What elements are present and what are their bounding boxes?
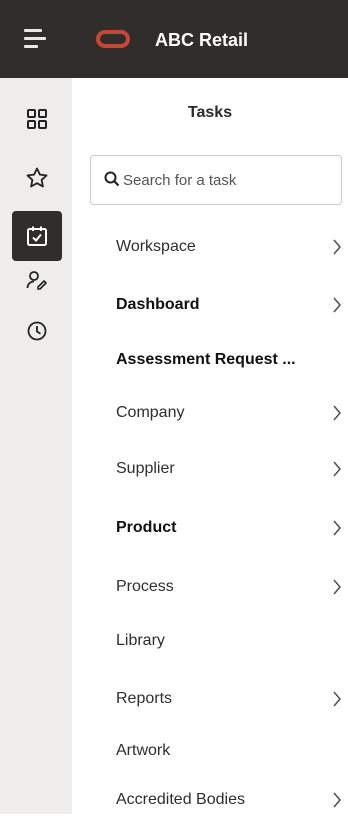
task-label: Artwork xyxy=(116,742,171,759)
top-bar: ABC Retail xyxy=(0,0,348,78)
task-reports[interactable]: Reports xyxy=(116,682,348,718)
rail-item-favorites[interactable] xyxy=(12,153,62,203)
task-product[interactable]: Product xyxy=(116,511,348,547)
chevron-right-icon xyxy=(333,792,342,808)
task-label: Reports xyxy=(116,690,173,707)
users-icon xyxy=(26,271,47,290)
task-dashboard[interactable]: Dashboard xyxy=(116,288,348,324)
star-icon xyxy=(26,167,48,188)
rail-item-recent[interactable] xyxy=(12,306,62,356)
chevron-right-icon xyxy=(333,579,342,595)
search-icon xyxy=(104,171,120,187)
oracle-logo xyxy=(96,30,130,48)
rail-item-users[interactable] xyxy=(12,255,62,305)
app-title: ABC Retail xyxy=(155,30,249,50)
rail-item-tasks[interactable] xyxy=(12,211,62,261)
panel-title: Tasks xyxy=(187,104,233,121)
clock-icon xyxy=(27,321,47,341)
task-label: Assessment Request ... xyxy=(116,351,296,368)
chevron-right-icon xyxy=(333,405,342,421)
grid-icon xyxy=(27,109,47,129)
task-label: Product xyxy=(116,519,177,536)
search-input[interactable] xyxy=(123,166,333,194)
chevron-right-icon xyxy=(333,297,342,313)
chevron-right-icon xyxy=(333,461,342,477)
chevron-right-icon xyxy=(333,691,342,707)
rail-item-grid[interactable] xyxy=(12,94,62,144)
task-library[interactable]: Library xyxy=(116,624,348,660)
task-label: Supplier xyxy=(116,460,175,477)
tasks-panel: Tasks Workspace Dashboard Assessment Req… xyxy=(72,78,348,814)
search-box[interactable] xyxy=(90,155,342,205)
task-supplier[interactable]: Supplier xyxy=(116,452,348,488)
task-label: Library xyxy=(116,632,165,649)
chevron-right-icon xyxy=(333,239,342,255)
task-workspace[interactable]: Workspace xyxy=(116,230,348,266)
task-company[interactable]: Company xyxy=(116,396,348,432)
task-artwork[interactable]: Artwork xyxy=(116,734,348,770)
task-process[interactable]: Process xyxy=(116,570,348,606)
chevron-right-icon xyxy=(333,520,342,536)
task-label: Workspace xyxy=(116,238,196,255)
hamburger-icon[interactable] xyxy=(24,29,46,49)
task-label: Dashboard xyxy=(116,296,200,313)
tasks-calendar-icon xyxy=(27,226,47,246)
task-assessment-request[interactable]: Assessment Request ... xyxy=(116,343,348,379)
task-label: Accredited Bodies xyxy=(116,791,245,808)
left-rail xyxy=(0,78,72,814)
task-label: Company xyxy=(116,404,185,421)
task-label: Process xyxy=(116,578,174,595)
